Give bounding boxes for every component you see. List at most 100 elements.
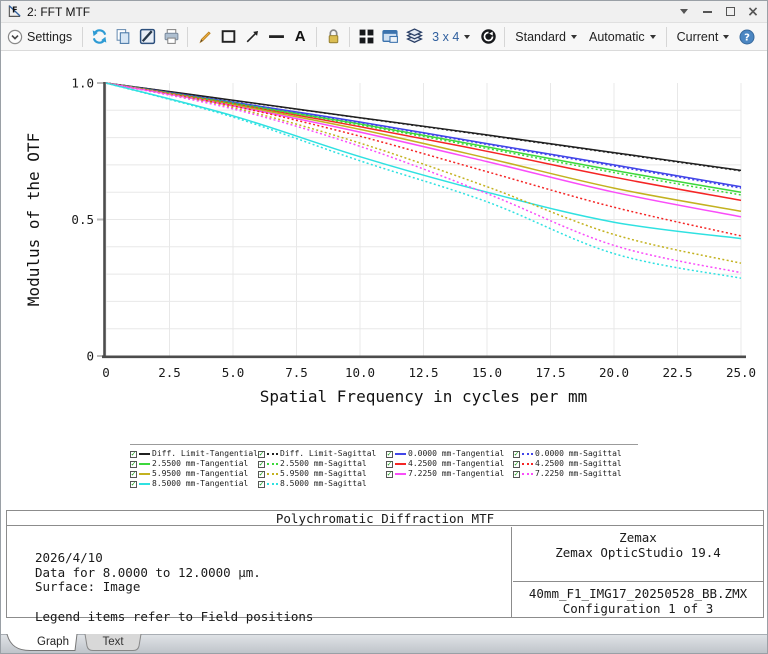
fit-window-button[interactable] — [354, 25, 378, 49]
plot-title: Polychromatic Diffraction MTF — [7, 511, 763, 526]
legend-item[interactable]: ✓0.0000 mm-Sagittal — [513, 449, 640, 459]
fft-mtf-window: F 2: FFT MTF × Settings — [0, 0, 768, 654]
legend-checkbox-icon[interactable]: ✓ — [258, 451, 265, 458]
auto-update-button[interactable] — [476, 25, 500, 49]
legend-item[interactable]: ✓7.2250 mm-Tangential — [386, 469, 513, 479]
clock-update-icon — [480, 28, 497, 45]
help-button[interactable]: ? — [735, 25, 759, 49]
legend-checkbox-icon[interactable]: ✓ — [513, 471, 520, 478]
configuration-text: Configuration 1 of 3 — [513, 602, 763, 616]
legend-checkbox-icon[interactable]: ✓ — [386, 451, 393, 458]
legend-item[interactable]: ✓ 2.5500 mm-Tangential — [130, 459, 258, 469]
legend-line-sample — [267, 473, 278, 475]
mtf-plot: 02.55.07.510.012.515.017.520.022.525.01.… — [1, 51, 768, 443]
legend-checkbox-icon[interactable]: ✓ — [258, 481, 265, 488]
legend-item[interactable]: ✓4.2500 mm-Sagittal — [513, 459, 640, 469]
svg-text:10.0: 10.0 — [345, 365, 375, 380]
legend-checkbox-icon[interactable]: ✓ — [130, 461, 137, 468]
current-label: Current — [677, 30, 719, 44]
rectangle-tool-button[interactable] — [216, 25, 240, 49]
tile-layout-label: 3 x 4 — [432, 30, 459, 44]
clone-window-button[interactable] — [378, 25, 402, 49]
divider — [504, 27, 505, 47]
legend-label: Diff. Limit-Tangential — [152, 449, 258, 459]
plot-footer: Polychromatic Diffraction MTF 2026/4/10 … — [6, 510, 764, 618]
legend-item[interactable]: ✓ 8.5000 mm-Sagittal — [258, 479, 386, 489]
legend-checkbox-icon[interactable]: ✓ — [386, 461, 393, 468]
footer-left-cell: 2026/4/10 Data for 8.0000 to 12.0000 μm.… — [7, 527, 512, 617]
legend-item[interactable]: ✓Diff. Limit-Sagittal — [258, 449, 386, 459]
copy-button[interactable] — [111, 25, 135, 49]
arrow-tool-button[interactable] — [240, 25, 264, 49]
legend-item[interactable]: ✓7.2250 mm-Sagittal — [513, 469, 640, 479]
current-dropdown[interactable]: Current — [671, 25, 736, 49]
legend-line-sample — [522, 453, 533, 455]
mtf-curve — [106, 83, 741, 236]
legend-line-sample — [395, 453, 406, 455]
chevron-down-icon — [571, 35, 577, 39]
save-image-icon — [139, 28, 156, 45]
legend-checkbox-icon[interactable]: ✓ — [130, 481, 137, 488]
legend-item[interactable]: ✓5.9500 mm-Sagittal — [258, 469, 386, 479]
divider — [82, 27, 83, 47]
legend-line-sample — [139, 483, 150, 485]
legend-label: 2.5500 mm-Tangential — [152, 459, 248, 469]
close-button[interactable]: × — [745, 4, 761, 20]
svg-text:5.0: 5.0 — [222, 365, 245, 380]
divider — [513, 581, 763, 582]
minimize-button[interactable] — [699, 4, 715, 20]
window-title: 2: FFT MTF — [27, 5, 90, 19]
stack-windows-button[interactable] — [402, 25, 426, 49]
legend-checkbox-icon[interactable]: ✓ — [258, 461, 265, 468]
svg-text:0: 0 — [86, 349, 94, 364]
text-tool-icon: A — [295, 28, 306, 45]
legend-label: 5.9500 mm-Tangential — [152, 469, 248, 479]
save-image-button[interactable] — [135, 25, 159, 49]
legend-line-sample — [139, 463, 150, 465]
print-button[interactable] — [159, 25, 183, 49]
settings-label: Settings — [27, 30, 72, 44]
legend-checkbox-icon[interactable]: ✓ — [130, 451, 137, 458]
refresh-button[interactable] — [87, 25, 111, 49]
legend-item[interactable]: ✓0.0000 mm-Tangential — [386, 449, 513, 459]
chevron-down-icon — [680, 9, 688, 14]
mtf-curve — [106, 83, 741, 273]
tab-graph[interactable]: Graph — [29, 636, 77, 648]
legend-line-sample — [522, 473, 533, 475]
fit-window-icon — [358, 28, 375, 45]
window-menu-button[interactable] — [676, 4, 692, 20]
automatic-dropdown[interactable]: Automatic — [583, 25, 662, 49]
legend-item[interactable]: ✓2.5500 mm-Sagittal — [258, 459, 386, 469]
legend-item[interactable]: ✓ 5.9500 mm-Tangential — [130, 469, 258, 479]
standard-dropdown[interactable]: Standard — [509, 25, 583, 49]
chevron-down-icon — [464, 35, 470, 39]
legend-checkbox-icon[interactable]: ✓ — [130, 471, 137, 478]
settings-button[interactable]: Settings — [5, 25, 78, 49]
tile-layout-dropdown[interactable]: 3 x 4 — [426, 25, 476, 49]
legend-label: 8.5000 mm-Tangential — [152, 479, 248, 489]
pencil-icon — [196, 28, 213, 45]
annotate-pencil-button[interactable] — [192, 25, 216, 49]
svg-text:1.0: 1.0 — [71, 76, 94, 91]
legend-item[interactable]: ✓ 8.5000 mm-Tangential — [130, 479, 258, 489]
text-tool-button[interactable]: A — [288, 25, 312, 49]
legend-checkbox-icon[interactable]: ✓ — [386, 471, 393, 478]
line-tool-button[interactable] — [264, 25, 288, 49]
legend-checkbox-icon[interactable]: ✓ — [513, 451, 520, 458]
tab-text[interactable]: Text — [89, 636, 137, 648]
lock-button[interactable] — [321, 25, 345, 49]
mtf-curve — [106, 83, 741, 187]
legend-label: 8.5000 mm-Sagittal — [280, 479, 367, 489]
legend-item[interactable]: ✓4.2500 mm-Tangential — [386, 459, 513, 469]
maximize-button[interactable] — [722, 4, 738, 20]
svg-text:F: F — [12, 5, 17, 14]
print-icon — [163, 28, 180, 45]
svg-text:22.5: 22.5 — [662, 365, 692, 380]
legend-checkbox-icon[interactable]: ✓ — [513, 461, 520, 468]
legend-item[interactable]: ✓ Diff. Limit-Tangential — [130, 449, 258, 459]
automatic-label: Automatic — [589, 30, 645, 44]
legend-checkbox-icon[interactable]: ✓ — [258, 471, 265, 478]
standard-label: Standard — [515, 30, 566, 44]
mtf-curve — [106, 83, 741, 211]
rectangle-icon — [220, 28, 237, 45]
